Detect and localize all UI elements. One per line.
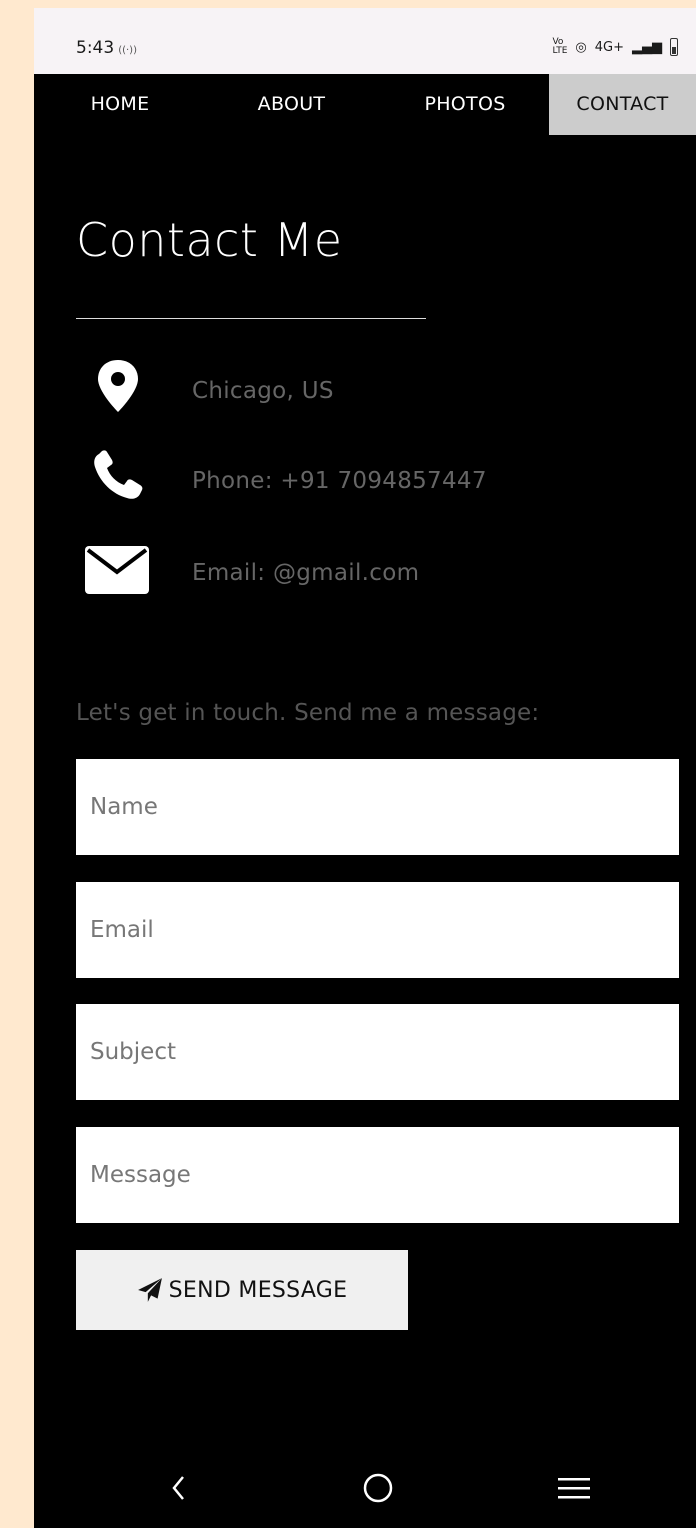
send-message-label: SEND MESSAGE xyxy=(168,1277,348,1303)
page-title: Contact Me xyxy=(76,213,343,267)
home-icon xyxy=(363,1473,393,1503)
email-row: Email: @gmail.com xyxy=(76,542,676,602)
phone-text[interactable]: Phone: +91 7094857447 xyxy=(192,468,487,494)
status-time: 5:43 xyxy=(76,38,115,58)
status-icons: Vo LTE ◎ 4G+ ▂▄▆ xyxy=(552,38,678,56)
top-nav: HOME ABOUT PHOTOS CONTACT xyxy=(34,74,696,135)
nav-home[interactable]: HOME xyxy=(64,74,176,135)
title-divider xyxy=(76,318,426,319)
location-text: Chicago, US xyxy=(192,378,334,404)
home-button[interactable] xyxy=(348,1466,408,1510)
paper-plane-icon xyxy=(137,1278,162,1302)
nav-about[interactable]: ABOUT xyxy=(234,74,349,135)
contact-prompt: Let's get in touch. Send me a message: xyxy=(76,700,540,726)
network-type: 4G+ xyxy=(594,39,624,55)
email-field[interactable] xyxy=(76,882,679,978)
hotspot-icon: ((·)) xyxy=(118,45,137,56)
recents-button[interactable] xyxy=(544,1466,604,1510)
nav-contact[interactable]: CONTACT xyxy=(549,74,696,135)
send-message-button[interactable]: SEND MESSAGE xyxy=(76,1250,408,1330)
status-bar: 5:43 ((·)) Vo LTE ◎ 4G+ ▂▄▆ xyxy=(34,8,696,74)
battery-icon xyxy=(670,38,678,56)
envelope-icon xyxy=(85,546,149,594)
back-button[interactable] xyxy=(149,1466,209,1510)
location-row: Chicago, US xyxy=(76,360,676,420)
volte-icon: Vo LTE xyxy=(552,37,568,56)
phone-screen: 5:43 ((·)) Vo LTE ◎ 4G+ ▂▄▆ HOME ABOUT PHO… xyxy=(34,8,696,1528)
wifi-calling-icon: ◎ xyxy=(575,39,587,55)
name-field[interactable] xyxy=(76,759,679,855)
recents-icon xyxy=(558,1478,590,1499)
map-marker-icon xyxy=(98,360,138,412)
nav-photos[interactable]: PHOTOS xyxy=(402,74,528,135)
back-icon xyxy=(172,1476,184,1500)
system-nav-bar xyxy=(34,1448,696,1528)
phone-row: Phone: +91 7094857447 xyxy=(76,450,676,510)
phone-icon xyxy=(94,450,143,499)
subject-field[interactable] xyxy=(76,1004,679,1100)
signal-icon: ▂▄▆ xyxy=(632,39,662,55)
email-text[interactable]: Email: @gmail.com xyxy=(192,560,419,586)
message-field[interactable] xyxy=(76,1127,679,1223)
